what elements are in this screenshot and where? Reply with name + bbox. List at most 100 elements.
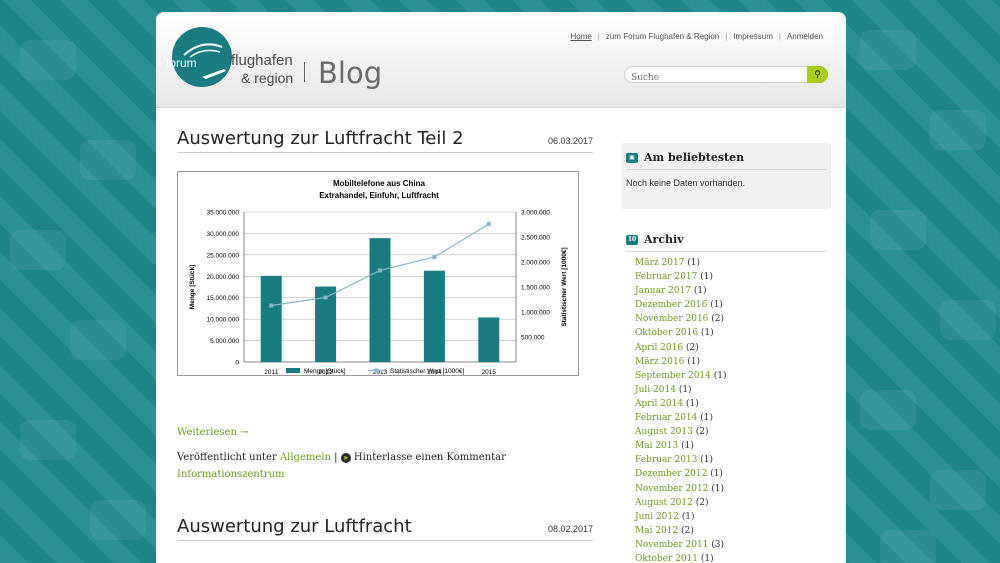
archive-month-link[interactable]: September 2014: [635, 371, 711, 381]
archive-item[interactable]: Januar 2017 (1): [626, 286, 826, 300]
archive-item[interactable]: Dezember 2016 (1): [626, 300, 826, 314]
archive-item[interactable]: Dezember 2012 (1): [626, 469, 826, 483]
archive-item[interactable]: November 2016 (2): [626, 314, 826, 328]
legend-label: Menge [Stück]: [304, 368, 346, 375]
nav-anmelden[interactable]: Anmelden: [782, 32, 828, 41]
page-container: forum flughafen & region Blog Home | zum…: [156, 12, 846, 563]
archive-month-link[interactable]: August 2012: [635, 498, 693, 508]
archive-month-link[interactable]: Januar 2017: [635, 286, 691, 296]
archive-count: (2): [681, 525, 694, 536]
archive-item[interactable]: April 2014 (1): [626, 399, 826, 413]
popular-text: Noch keine Daten vorhanden.: [626, 178, 746, 188]
archive-item[interactable]: Juli 2014 (1): [626, 385, 826, 399]
archive-item[interactable]: März 2017 (1): [626, 258, 826, 272]
read-more-link[interactable]: Weiterlesen →: [177, 427, 593, 438]
archive-month-link[interactable]: November 2011: [635, 540, 708, 550]
line-point: [432, 255, 437, 259]
archive-count: (3): [711, 539, 725, 550]
x-tick-label: 2015: [482, 369, 497, 376]
archive-item[interactable]: Juni 2012 (1): [626, 512, 826, 526]
search-box: ⚲: [624, 66, 828, 86]
archive-item[interactable]: September 2014 (1): [626, 371, 826, 385]
archive-month-link[interactable]: Februar 2017: [635, 272, 697, 282]
y-axis-label: Menge [Stück]: [189, 265, 196, 309]
x-tick-label: 2011: [264, 369, 278, 376]
post-meta: Veröffentlicht unter Allgemein | ➤ Hinte…: [177, 452, 593, 463]
archive-month-link[interactable]: April 2016: [635, 343, 683, 353]
archive-month-link[interactable]: Juli 2014: [635, 385, 676, 395]
nav-forum[interactable]: zum Forum Flughafen & Region: [601, 32, 724, 41]
post-title[interactable]: Auswertung zur Luftfracht: [177, 516, 412, 537]
post-date: 06.03.2017: [547, 136, 593, 146]
post-header: Auswertung zur Luftfracht 08.02.2017: [177, 516, 593, 541]
chart-subtitle: Extrahandel, Einfuhr, Luftfracht: [319, 191, 439, 200]
y2-tick-label: 1.000.000: [521, 310, 550, 317]
archive-item[interactable]: April 2016 (2): [626, 343, 826, 357]
archive-month-link[interactable]: Februar 2013: [635, 455, 697, 465]
search-input[interactable]: [625, 70, 805, 86]
archive-item[interactable]: Mai 2013 (1): [626, 441, 826, 455]
popular-title: Am beliebtesten: [644, 151, 745, 164]
archive-month-link[interactable]: Mai 2012: [635, 526, 678, 536]
archive-month-link[interactable]: November 2012: [635, 484, 708, 494]
background-bubble: [80, 140, 136, 180]
archive-item[interactable]: August 2013 (2): [626, 427, 826, 441]
archive-item[interactable]: Mai 2012 (2): [626, 526, 826, 540]
main-content: Auswertung zur Luftfracht Teil 2 06.03.2…: [177, 128, 593, 541]
archive-item[interactable]: Februar 2017 (1): [626, 272, 826, 286]
archive-item[interactable]: Februar 2014 (1): [626, 413, 826, 427]
logo-forum-text: forum: [166, 56, 197, 70]
nav-impressum[interactable]: Impressum: [728, 32, 778, 41]
archive-item[interactable]: November 2011 (3): [626, 540, 826, 554]
background-bubble: [20, 420, 76, 460]
category-link[interactable]: Allgemein: [280, 452, 331, 463]
archive-count: (1): [687, 258, 701, 268]
y-tick-label: 25.000.000: [206, 252, 239, 259]
post-title[interactable]: Auswertung zur Luftfracht Teil 2: [177, 128, 464, 149]
archive-month-link[interactable]: Dezember 2016: [635, 300, 707, 310]
chart-container: Mobiltelefone aus China Extrahandel, Einf…: [177, 171, 579, 376]
archive-month-link[interactable]: Oktober 2011: [635, 554, 698, 563]
logo-region-text: & region: [241, 70, 294, 86]
background-bubble: [930, 470, 986, 510]
archive-item[interactable]: März 2016 (1): [626, 357, 826, 371]
archive-count: (2): [711, 314, 725, 325]
logo-flughafen-text: flughafen: [231, 52, 293, 69]
archive-month-link[interactable]: Mai 2013: [635, 441, 678, 451]
archive-month-link[interactable]: August 2013: [635, 427, 693, 437]
search-button[interactable]: ⚲: [807, 66, 828, 83]
y-tick-label: 0: [235, 360, 239, 367]
archive-item[interactable]: November 2012 (1): [626, 484, 826, 498]
archive-count: (1): [713, 370, 727, 381]
popular-widget: ▣ Am beliebtesten Noch keine Daten vorha…: [621, 143, 831, 209]
archive-month-link[interactable]: April 2014: [635, 399, 683, 409]
archive-count: (1): [681, 511, 695, 522]
archive-count: (2): [695, 497, 709, 508]
y-tick-label: 35.000.000: [206, 210, 239, 217]
y-tick-label: 5.000.000: [210, 338, 239, 345]
archive-month-link[interactable]: Oktober 2016: [635, 328, 698, 338]
archive-item[interactable]: August 2012 (2): [626, 498, 826, 512]
archive-item[interactable]: Oktober 2011 (1): [626, 554, 826, 563]
tag-link[interactable]: Informationszentrum: [177, 469, 593, 480]
archive-count: (1): [700, 272, 713, 283]
archive-month-link[interactable]: Juni 2012: [635, 512, 679, 522]
archive-item[interactable]: Februar 2013 (1): [626, 455, 826, 469]
blog-title: Blog: [318, 56, 383, 90]
archive-month-link[interactable]: November 2016: [635, 314, 708, 324]
y-tick-label: 30.000.000: [206, 231, 239, 238]
archive-count: (1): [700, 413, 713, 424]
archive-month-link[interactable]: März 2016: [635, 357, 684, 367]
nav-home[interactable]: Home: [565, 32, 596, 41]
archive-count: (2): [695, 427, 709, 438]
legend-label: Statistischer Wert [1000€]: [390, 368, 464, 375]
archive-month-link[interactable]: März 2017: [635, 258, 684, 268]
archive-month-link[interactable]: Februar 2014: [635, 413, 697, 423]
y-tick-label: 10.000.000: [206, 317, 239, 324]
comment-link[interactable]: Hinterlasse einen Kommentar: [354, 452, 506, 463]
y2-axis-label: Statistischer Wert [1000€]: [561, 247, 568, 326]
background-bubble: [880, 530, 936, 563]
archive-title: Archiv: [644, 233, 684, 246]
archive-item[interactable]: Oktober 2016 (1): [626, 328, 826, 342]
archive-month-link[interactable]: Dezember 2012: [635, 469, 707, 479]
